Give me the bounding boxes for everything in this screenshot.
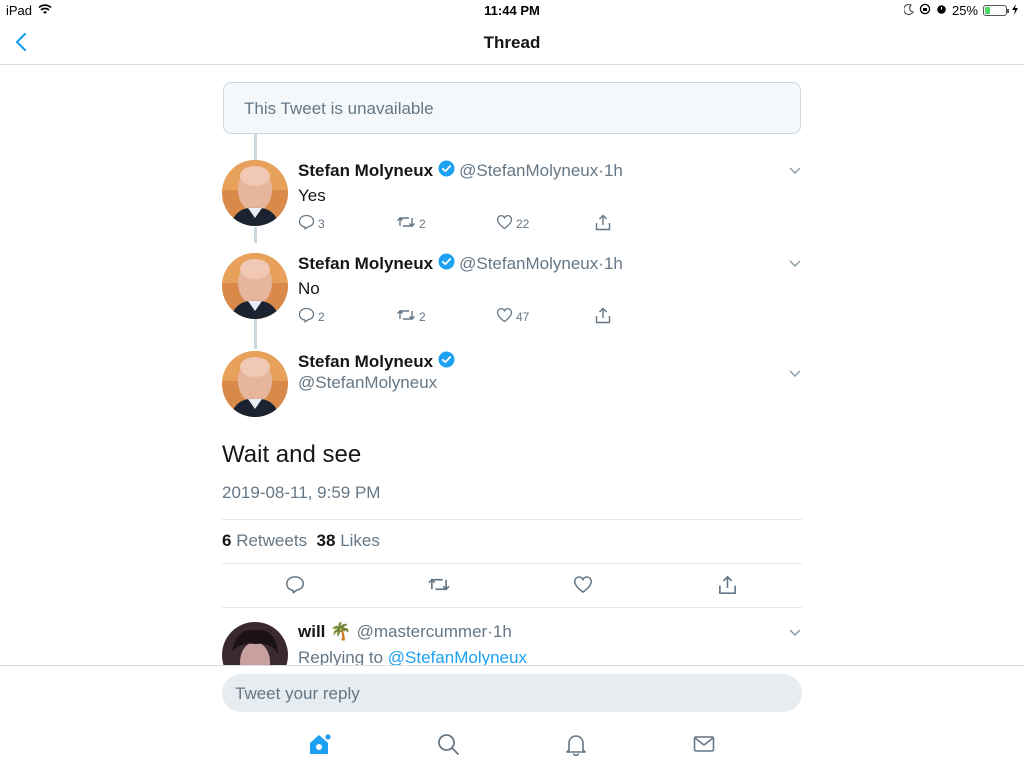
tweet-text: Wait and see [222,441,362,468]
reply-icon [298,214,315,233]
reply-button[interactable]: 2 [298,307,325,326]
author-handle[interactable]: @StefanMolyneux [459,254,598,274]
orientation-lock-icon [919,3,931,18]
tab-messages[interactable] [692,732,716,761]
author-handle[interactable]: @mastercummer [357,622,488,642]
reply-icon [285,575,305,599]
bell-icon [564,735,588,760]
avatar[interactable] [222,253,288,319]
chevron-down-icon[interactable] [788,624,802,642]
moon-icon [903,3,914,18]
tweet-header: will 🌴 @mastercummer · 1h [298,622,512,642]
reply-count: 2 [318,309,325,324]
retweet-button[interactable]: 2 [396,307,426,326]
thread-content[interactable]: This Tweet is unavailable Stefan Molyneu… [222,66,802,665]
home-icon [307,733,333,760]
thread-line [254,134,257,160]
focused-tweet[interactable]: Stefan Molyneux @StefanMolyneux Wait and… [222,351,802,611]
divider [222,563,802,564]
battery-percent: 25% [951,3,978,18]
share-button[interactable] [595,307,611,327]
tweet-header: Stefan Molyneux @StefanMolyneux · 1h [298,160,623,182]
tweet-timestamp: 2019-08-11, 9:59 PM [222,483,381,502]
verified-badge-icon [438,351,455,373]
status-bar: iPad 11:44 PM 25% [0,0,1024,22]
tweet-time: 1h [492,622,512,641]
avatar[interactable] [222,351,288,417]
divider [222,519,802,520]
charging-icon [1012,3,1018,18]
retweet-count: 2 [419,216,426,231]
reply-button[interactable]: 3 [298,214,325,233]
battery-icon [983,5,1009,16]
mail-icon [692,736,716,760]
focused-tweet-actions [222,575,802,599]
verified-badge-icon [438,160,455,182]
author-name[interactable]: Stefan Molyneux [298,352,433,372]
palm-tree-emoji: 🌴 [330,622,352,641]
replying-to-link[interactable]: @StefanMolyneux [388,648,527,665]
tweet-header: Stefan Molyneux @StefanMolyneux · 1h [298,253,623,275]
share-icon [595,214,611,234]
like-count: 47 [516,309,530,324]
likes-label[interactable]: Likes [340,531,380,550]
reply-icon [298,307,315,326]
author-handle[interactable]: @StefanMolyneux [298,373,437,393]
heart-icon [573,575,593,599]
avatar[interactable] [222,160,288,226]
retweet-icon [396,307,416,326]
chevron-down-icon[interactable] [788,162,802,180]
search-icon [436,734,460,760]
heart-icon [496,214,513,233]
likes-count[interactable]: 38 [317,531,336,550]
heart-icon [496,307,513,326]
tweet-time: 1h [603,254,623,273]
author-name[interactable]: will [298,622,325,642]
thread-tweet[interactable]: Stefan Molyneux @StefanMolyneux · 1h No … [222,253,802,333]
tab-home[interactable] [307,732,333,761]
reply-tweet[interactable]: will 🌴 @mastercummer · 1h Replying to @S… [222,622,802,665]
chevron-down-icon[interactable] [788,365,802,383]
tweet-actions: 2 2 47 [298,307,618,327]
like-button[interactable]: 22 [496,214,529,233]
share-button[interactable] [595,214,611,234]
retweet-icon [396,214,416,233]
replying-to-label: Replying to [298,648,384,665]
chevron-down-icon[interactable] [788,255,802,273]
reply-input[interactable]: Tweet your reply [222,674,802,712]
replying-to: Replying to @StefanMolyneux [298,648,527,665]
tab-search[interactable] [436,732,460,761]
alarm-icon [936,3,947,18]
tab-notifications[interactable] [564,732,588,761]
author-name-row: Stefan Molyneux [298,351,459,373]
unavailable-tweet: This Tweet is unavailable [223,82,801,134]
divider [222,607,802,608]
author-handle[interactable]: @StefanMolyneux [459,161,598,181]
tweet-actions: 3 2 22 [298,214,618,234]
avatar[interactable] [222,622,288,665]
verified-badge-icon [438,253,455,275]
thread-tweet[interactable]: Stefan Molyneux @StefanMolyneux · 1h Yes… [222,160,802,240]
navigation-bar: Thread [0,22,1024,65]
tweet-text: No [298,279,320,298]
share-icon [718,575,737,600]
author-name[interactable]: Stefan Molyneux [298,254,433,274]
tab-bar [0,722,1024,768]
like-count: 22 [516,216,530,231]
tweet-time: 1h [603,161,623,180]
like-button[interactable]: 47 [496,307,529,326]
page-title: Thread [483,33,541,52]
author-name[interactable]: Stefan Molyneux [298,161,433,181]
retweets-label[interactable]: Retweets [236,531,307,550]
tweet-text: Yes [298,186,326,205]
retweet-icon [427,575,451,599]
share-icon [595,307,611,327]
status-right: 25% [903,3,1018,18]
clock: 11:44 PM [484,3,540,18]
retweet-count: 2 [419,309,426,324]
retweets-count[interactable]: 6 [222,531,231,550]
retweet-button[interactable]: 2 [396,214,426,233]
reply-count: 3 [318,216,325,231]
engagement-counts: 6 Retweets 38 Likes [222,531,380,551]
